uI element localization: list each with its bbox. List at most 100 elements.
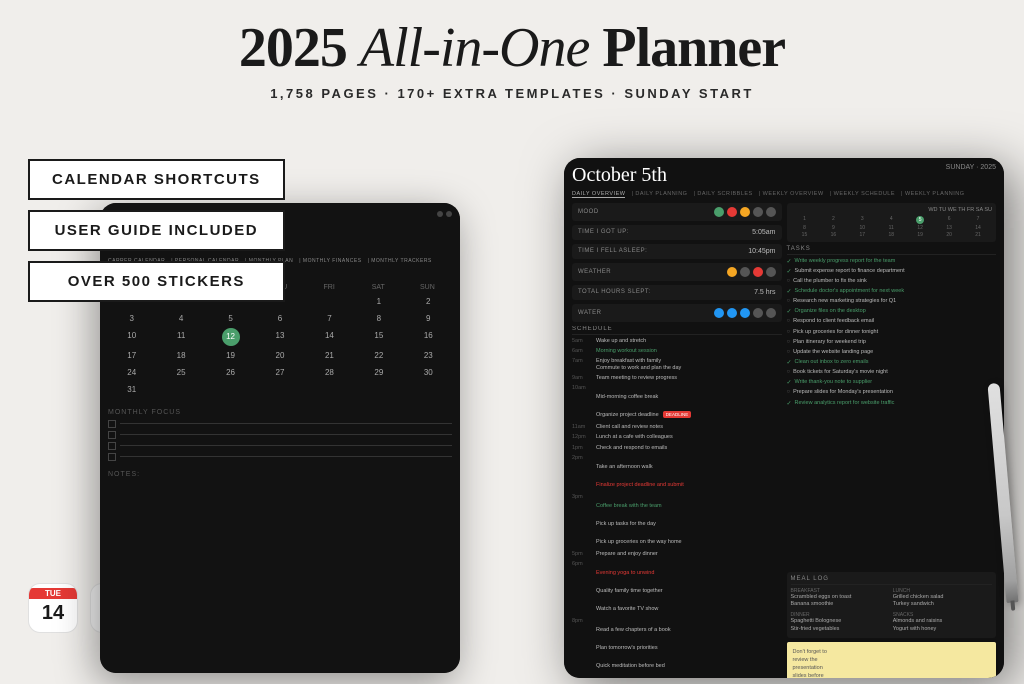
time-12pm: 12pm — [572, 434, 592, 440]
tab-weekly-schedule[interactable]: | WEEKLY SCHEDULE — [830, 191, 895, 198]
focus-line — [108, 453, 452, 461]
mini-cal-cell: 4 — [877, 216, 905, 224]
tab-weekly-overview[interactable]: | WEEKLY OVERVIEW — [759, 191, 824, 198]
focus-lines — [108, 420, 452, 461]
right-date-info: SUNDAY · 2025 — [946, 164, 996, 171]
focus-line — [108, 431, 452, 439]
title-suffix: Planner — [589, 17, 785, 79]
task-6pm-1: Evening yoga to unwind — [596, 570, 654, 576]
cal-cell: 22 — [355, 348, 402, 363]
cal-cell: 5 — [207, 311, 254, 326]
task-text-12: Book tickets for Saturday's movie night — [793, 369, 888, 376]
time-5am: 5am — [572, 338, 592, 344]
task-7am: Enjoy breakfast with familyCommute to wo… — [596, 358, 681, 372]
task-8pm-2: Plan tomorrow's priorities — [596, 645, 658, 651]
right-date: October 5th — [572, 164, 667, 187]
cal-cell — [306, 294, 353, 309]
toolbar-dot-4 — [437, 211, 443, 217]
total-hours-label: TOTAL HOURS SLEPT: — [578, 289, 651, 295]
line — [120, 434, 452, 435]
checkbox — [108, 420, 116, 428]
check-icon-1: ✓ — [787, 258, 792, 265]
schedule-item-3pm: 3pm Coffee break with the team Pick up t… — [572, 494, 782, 548]
cal-cell: 4 — [157, 311, 204, 326]
breakfast-text: Scrambled eggs on toastBanana smoothie — [791, 594, 890, 609]
cal-cell: 30 — [405, 365, 452, 380]
day-of-week: SUNDAY · 2025 — [946, 164, 996, 171]
check-icon-15: ✓ — [787, 400, 792, 407]
cal-cell: 10 — [108, 328, 155, 346]
tab-daily-scribbles[interactable]: | DAILY SCRIBBLES — [693, 191, 752, 198]
mini-cal-cell: 11 — [877, 225, 905, 231]
task-item-1: ✓ Write weekly progress report for the t… — [787, 258, 997, 265]
cal-cell: 8 — [355, 311, 402, 326]
time-got-up-value: 5:05am — [752, 229, 775, 236]
mini-cal-cell: 16 — [819, 232, 847, 238]
task-item-5: ○ Research new marketing strategies for … — [787, 298, 997, 305]
check-icon-12: ○ — [787, 369, 791, 375]
tab-daily-planning[interactable]: | DAILY PLANNING — [631, 191, 687, 198]
right-left-col: MOOD TIME I GOT UP: 5:05am — [572, 203, 782, 678]
meal-title: MEAL LOG — [791, 576, 993, 585]
cal-cell: 29 — [355, 365, 402, 380]
focus-line — [108, 442, 452, 450]
task-6am: Morning workout session — [596, 348, 657, 355]
page-header: 2025 All-in-One Planner 1,758 PAGES · 17… — [0, 0, 1024, 101]
cal-cell: 19 — [207, 348, 254, 363]
tab-weekly-planning[interactable]: | WEEKLY PLANNING — [901, 191, 965, 198]
mood-label: MOOD — [578, 209, 599, 215]
water-icon-4 — [753, 308, 763, 318]
schedule-item-5am: 5am Wake up and stretch — [572, 338, 782, 345]
task-text-5: Research new marketing strategies for Q1 — [793, 298, 896, 305]
mini-cal-cell: 8 — [791, 225, 819, 231]
mini-cal-label: WD TU WE TH FR SA SU — [791, 207, 993, 213]
time-2pm: 2pm — [572, 455, 592, 461]
time-11am: 11am — [572, 424, 592, 430]
nav-tab-finances: | MONTHLY FINANCES — [299, 258, 361, 264]
task-8pm-3: Quick meditation before bed — [596, 663, 665, 669]
task-11am: Client call and review notes — [596, 424, 663, 431]
line — [120, 423, 452, 424]
breakfast-col: BREAKFAST Scrambled eggs on toastBanana … — [791, 588, 890, 609]
mini-cal-cell: 12 — [906, 225, 934, 231]
task-10am: Mid-morning coffee break — [596, 394, 658, 400]
check-icon-10: ○ — [787, 349, 791, 355]
task-item-13: ✓ Write thank-you note to supplier — [787, 379, 997, 386]
check-icon-14: ○ — [787, 389, 791, 395]
feature-badge-3: OVER 500 STICKERS — [28, 261, 285, 302]
checkbox — [108, 431, 116, 439]
task-item-15: ✓ Review analytics report for website tr… — [787, 400, 997, 407]
weather-label: WEATHER — [578, 269, 611, 275]
checkbox — [108, 453, 116, 461]
mini-cal-cell: 7 — [964, 216, 992, 224]
task-item-3: ○ Call the plumber to fix the sink — [787, 278, 997, 285]
cal-cell: 11 — [157, 328, 204, 346]
schedule-item-5pm: 5pm Prepare and enjoy dinner — [572, 551, 782, 558]
time-9am: 9am — [572, 375, 592, 381]
mood-circle-4 — [753, 207, 763, 217]
cal-cell: 2 — [405, 294, 452, 309]
mini-cal-grid: 1 2 3 4 5 6 7 8 9 10 11 12 13 — [791, 216, 993, 238]
cal-fri: FRI — [305, 284, 354, 291]
tab-daily-overview[interactable]: DAILY OVERVIEW — [572, 191, 625, 198]
title-prefix: 2025 — [239, 17, 360, 79]
schedule-title: SCHEDULE — [572, 326, 782, 335]
cal-cell: 1 — [355, 294, 402, 309]
time-got-up-row: TIME I GOT UP: 5:05am — [572, 225, 782, 240]
cal-cell: 18 — [157, 348, 204, 363]
total-hours-value: 7.5 hrs — [754, 289, 775, 296]
cal-cell: 27 — [256, 365, 303, 380]
lunch-text: Grilled chicken saladTurkey sandwich — [893, 594, 992, 609]
schedule-item-12pm: 12pm Lunch at a cafe with colleagues — [572, 434, 782, 441]
notes-sticky-text: Don't forget toreview thepresentationsli… — [793, 648, 991, 678]
task-text-10: Update the website landing page — [793, 349, 873, 356]
water-icon-5 — [766, 308, 776, 318]
task-item-10: ○ Update the website landing page — [787, 349, 997, 356]
task-2pm-2: Finalize project deadline and submit — [596, 482, 684, 488]
right-tabs: DAILY OVERVIEW | DAILY PLANNING | DAILY … — [572, 191, 996, 198]
check-icon-2: ✓ — [787, 268, 792, 275]
time-6pm: 6pm — [572, 561, 592, 567]
schedule-item-6am: 6am Morning workout session — [572, 348, 782, 355]
task-item-6: ✓ Organize files on the desktop — [787, 308, 997, 315]
task-text-11: Clean out inbox to zero emails — [795, 359, 869, 366]
